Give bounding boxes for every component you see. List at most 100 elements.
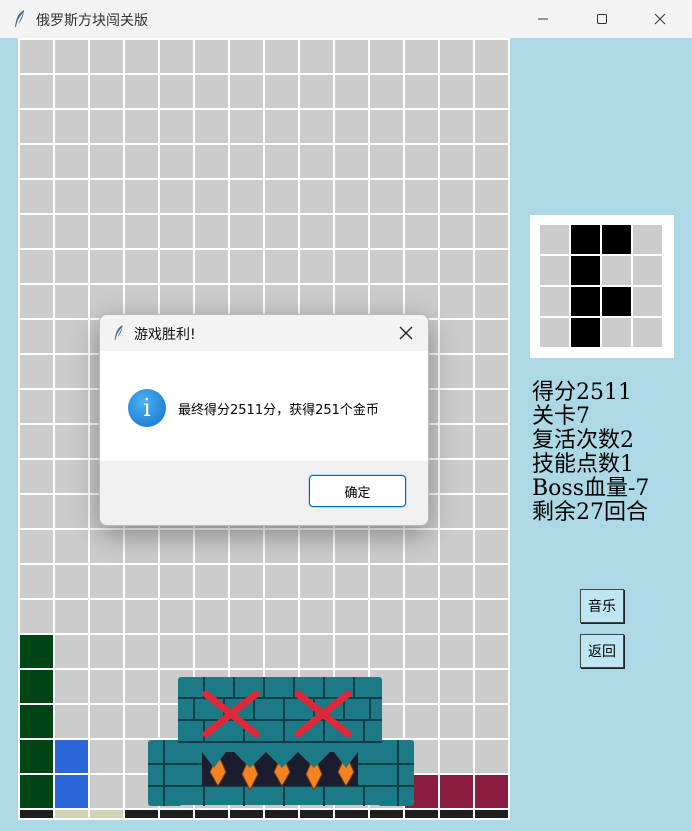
board-cell (300, 565, 333, 598)
board-cell (90, 740, 123, 773)
board-cell (475, 215, 508, 248)
board-cell (195, 530, 228, 563)
board-cell (55, 180, 88, 213)
board-cell (55, 600, 88, 633)
ok-button[interactable]: 确定 (309, 475, 406, 507)
board-cell (125, 565, 158, 598)
board-cell (90, 40, 123, 73)
bottom-strip-cell (370, 810, 403, 818)
board-cell (230, 565, 263, 598)
board-cell (55, 705, 88, 738)
board-cell (230, 180, 263, 213)
board-cell (55, 40, 88, 73)
board-cell (440, 40, 473, 73)
board-cell (20, 600, 53, 633)
bottom-strip-cell (405, 810, 438, 818)
board-cell (20, 530, 53, 563)
board-cell (125, 635, 158, 668)
board-cell (90, 250, 123, 283)
board-cell (300, 110, 333, 143)
maximize-button[interactable] (579, 0, 625, 38)
preview-block (571, 225, 600, 254)
board-cell (230, 530, 263, 563)
board-cell (475, 145, 508, 178)
board-cell (475, 285, 508, 318)
board-cell (55, 320, 88, 353)
board-cell (440, 460, 473, 493)
board-cell (300, 145, 333, 178)
board-cell (440, 110, 473, 143)
board-cell (475, 460, 508, 493)
filled-block (20, 705, 53, 738)
board-cell (335, 75, 368, 108)
board-cell (265, 635, 298, 668)
board-cell (160, 75, 193, 108)
board-cell (195, 215, 228, 248)
board-cell (440, 75, 473, 108)
board-cell (90, 75, 123, 108)
back-button[interactable]: 返回 (580, 634, 624, 668)
board-cell (475, 250, 508, 283)
bottom-strip-cell (160, 810, 193, 818)
dialog-close-button[interactable] (392, 319, 420, 347)
board-cell (300, 530, 333, 563)
board-cell (160, 565, 193, 598)
preview-cell (602, 318, 631, 347)
board-cell (195, 180, 228, 213)
board-cell (195, 40, 228, 73)
board-cell (475, 565, 508, 598)
close-button[interactable] (637, 0, 683, 38)
bottom-strip-cell (265, 810, 298, 818)
board-cell (90, 180, 123, 213)
board-cell (20, 75, 53, 108)
board-cell (405, 180, 438, 213)
board-cell (440, 215, 473, 248)
dialog-message: 最终得分2511分，获得251个金币 (178, 403, 379, 418)
board-cell (405, 565, 438, 598)
info-icon: i (128, 389, 166, 427)
board-cell (405, 145, 438, 178)
board-cell (55, 75, 88, 108)
preview-cell (602, 256, 631, 285)
level-label: 关卡7 (532, 404, 590, 429)
board-cell (475, 670, 508, 703)
bottom-strip-cell (125, 810, 158, 818)
board-cell (440, 635, 473, 668)
board-cell (90, 635, 123, 668)
board-cell (475, 40, 508, 73)
bottom-strip-cell (55, 810, 88, 818)
music-button[interactable]: 音乐 (580, 589, 624, 623)
board-cell (230, 145, 263, 178)
board-cell (265, 565, 298, 598)
board-cell (195, 75, 228, 108)
board-cell (230, 40, 263, 73)
board-cell (160, 635, 193, 668)
board-cell (125, 530, 158, 563)
board-cell (125, 250, 158, 283)
board-cell (195, 145, 228, 178)
board-cell (405, 75, 438, 108)
board-cell (265, 530, 298, 563)
window-titlebar: 俄罗斯方块闯关版 (0, 0, 692, 38)
preview-block (571, 287, 600, 316)
board-cell (160, 40, 193, 73)
board-cell (475, 180, 508, 213)
board-cell (160, 530, 193, 563)
board-cell (405, 530, 438, 563)
board-cell (125, 75, 158, 108)
filled-block (475, 775, 508, 808)
board-cell (335, 180, 368, 213)
board-cell (475, 75, 508, 108)
board-cell (405, 215, 438, 248)
board-cell (55, 145, 88, 178)
board-cell (20, 250, 53, 283)
minimize-button[interactable] (520, 0, 566, 38)
board-cell (55, 460, 88, 493)
board-cell (90, 530, 123, 563)
board-cell (55, 215, 88, 248)
window-title: 俄罗斯方块闯关版 (36, 13, 148, 29)
preview-cell (540, 225, 569, 254)
board-cell (20, 460, 53, 493)
board-cell (90, 600, 123, 633)
board-cell (440, 495, 473, 528)
